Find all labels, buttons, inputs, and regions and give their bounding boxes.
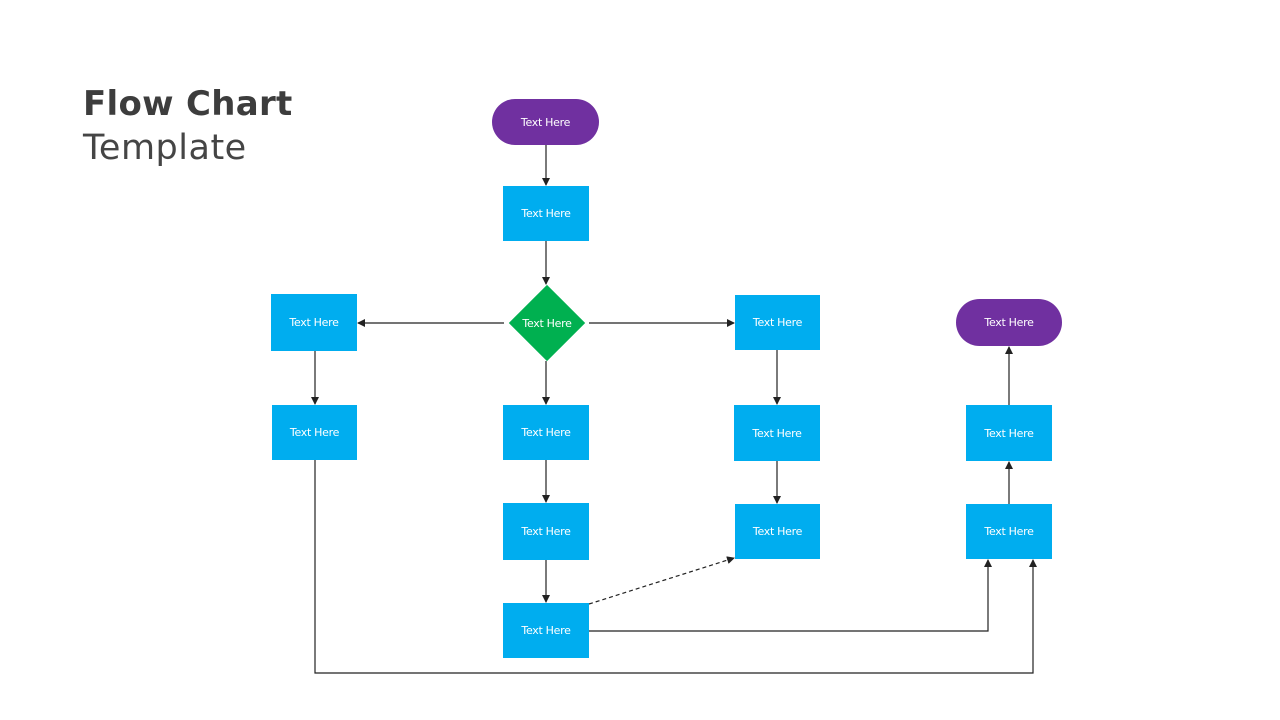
process-box-far-2[interactable]: Text Here [966,405,1052,461]
process-box-1[interactable]: Text Here [503,186,589,241]
node-label: Text Here [522,316,572,330]
node-label: Text Here [521,525,571,538]
start-terminator[interactable]: Text Here [492,99,599,145]
node-label: Text Here [289,316,339,329]
process-box-right-2[interactable]: Text Here [734,405,820,461]
process-box-mid-1[interactable]: Text Here [503,405,589,460]
node-label: Text Here [984,426,1034,440]
end-terminator[interactable]: Text Here [956,299,1062,346]
node-label: Text Here [521,207,571,220]
process-box-left-2[interactable]: Text Here [272,405,357,460]
connectors-layer [311,145,1037,674]
node-label: Text Here [752,426,802,440]
node-label: Text Here [984,525,1034,538]
node-label: Text Here [984,316,1034,329]
process-box-right-3[interactable]: Text Here [735,504,820,559]
node-label: Text Here [752,525,803,538]
process-box-mid-2[interactable]: Text Here [503,503,589,560]
process-box-far-1[interactable]: Text Here [966,504,1052,559]
node-label: Text Here [752,316,803,329]
connector-mid3-to-far1 [589,559,992,632]
process-box-right-1[interactable]: Text Here [735,295,820,350]
node-label: Text Here [520,115,571,129]
node-label: Text Here [521,426,571,439]
node-label: Text Here [289,426,340,439]
connector-left2-to-far1 [314,460,1037,674]
node-label: Text Here [521,624,571,637]
process-box-left-1[interactable]: Text Here [271,294,357,351]
edge-group [311,145,1037,674]
process-box-mid-3[interactable]: Text Here [503,603,589,658]
decision-diamond[interactable]: Text Here [505,284,589,362]
connector-mid3-to-right3 [588,556,735,605]
